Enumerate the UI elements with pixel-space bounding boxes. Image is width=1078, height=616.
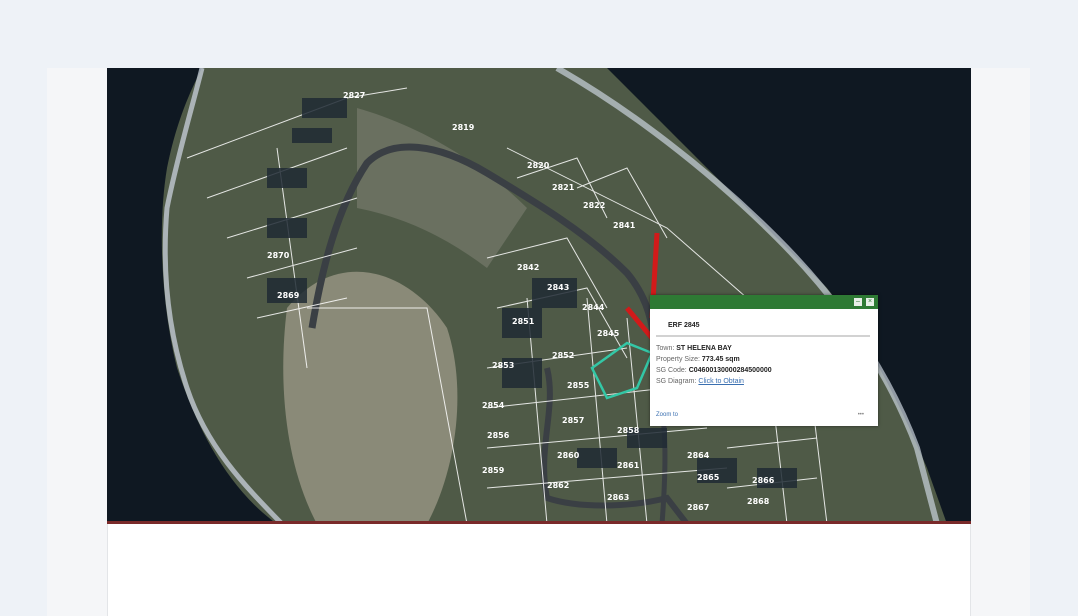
plot-label: 2852 [552,351,574,360]
plot-label: 2821 [552,183,575,192]
plot-label: 2869 [277,291,300,300]
plot-label: 2864 [687,451,710,460]
popup-row-town: Town: ST HELENA BAY [656,345,732,352]
plot-label: 2868 [747,497,770,506]
plot-label: 2822 [583,201,605,210]
zoom-to-link[interactable]: Zoom to [656,412,678,418]
plot-label: 2859 [482,466,505,475]
sand-area [283,271,458,524]
plot-label: 2819 [452,123,475,132]
plot-label: 2854 [482,401,505,410]
plot-label: 2866 [752,476,775,485]
row-value: 773.45 sqm [701,356,740,363]
plot-label: 2853 [492,361,514,370]
plot-label: 2843 [547,283,569,292]
plot-label: 2858 [617,426,640,435]
popup-divider [656,335,870,337]
plot-label: 2844 [582,303,605,312]
content-panel [107,524,971,616]
row-label: Property Size: [656,356,700,363]
minimize-icon[interactable]: – [854,298,862,306]
plot-label: 2842 [517,263,539,272]
close-icon[interactable]: × [866,298,874,306]
plot-label: 2845 [597,329,620,338]
plot-label: 2851 [512,317,535,326]
row-label: SG Code: [656,367,687,374]
popup-titlebar: – × [650,295,878,309]
plot-label: 2860 [557,451,580,460]
popup-row-sg-code: SG Code: C04600130000284500000 [656,367,772,374]
plot-label: 2857 [562,416,584,425]
plot-label: 2861 [617,461,640,470]
row-value: ST HELENA BAY [676,345,732,352]
popup-title: ERF 2845 [668,322,700,329]
plot-label: 2863 [607,493,629,502]
plot-label: 2820 [527,161,550,170]
plot-label: 2870 [267,251,290,260]
plot-label: 2841 [613,221,636,230]
plot-label: 2862 [547,481,569,490]
plot-label: 2867 [687,503,709,512]
sg-diagram-link[interactable]: Click to Obtain [698,378,744,385]
row-value: C04600130000284500000 [688,367,772,374]
row-label: Town: [656,345,675,352]
popup-row-size: Property Size: 773.45 sqm [656,356,740,363]
top-band [0,0,1078,68]
row-label: SG Diagram: [656,378,697,385]
plot-label: 2856 [487,431,510,440]
plot-label: 2827 [343,91,365,100]
popup-row-sg-diagram: SG Diagram: Click to Obtain [656,378,744,385]
plot-label: 2865 [697,473,720,482]
parcel-info-popup: – × ERF 2845 Town: ST HELENA BAY Propert… [650,295,878,426]
more-options-icon[interactable]: ••• [858,412,864,418]
plot-label: 2855 [567,381,590,390]
